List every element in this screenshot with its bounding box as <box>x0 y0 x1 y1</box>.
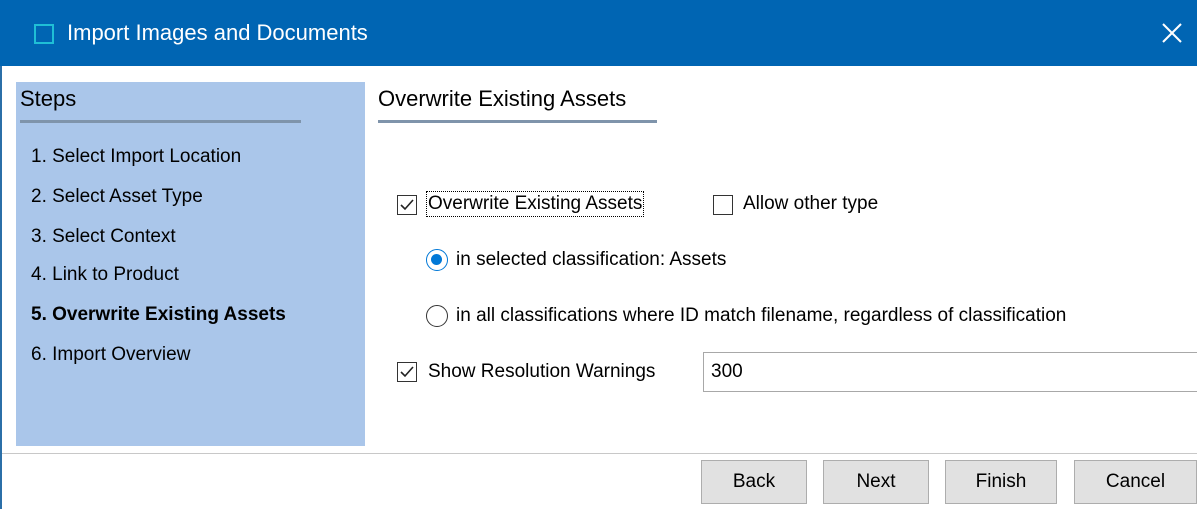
step-select-asset-type: 2. Select Asset Type <box>31 186 203 207</box>
show-resolution-warnings-label[interactable]: Show Resolution Warnings <box>428 361 655 383</box>
overwrite-existing-assets-label[interactable]: Overwrite Existing Assets <box>425 191 645 217</box>
allow-other-type-checkbox[interactable] <box>713 195 733 215</box>
close-button[interactable] <box>1155 16 1189 50</box>
selected-classification-label[interactable]: in selected classification: Assets <box>456 249 726 271</box>
show-resolution-warnings-checkbox[interactable] <box>397 362 417 382</box>
all-classifications-radio[interactable] <box>426 305 448 327</box>
overwrite-existing-assets-checkbox[interactable] <box>397 195 417 215</box>
step-import-overview: 6. Import Overview <box>31 344 191 365</box>
allow-other-type-label[interactable]: Allow other type <box>743 193 878 215</box>
step-select-context: 3. Select Context <box>31 226 176 247</box>
step-select-import-location: 1. Select Import Location <box>31 146 242 167</box>
selected-classification-radio[interactable] <box>426 249 448 271</box>
close-icon <box>1162 23 1182 43</box>
resolution-value-input[interactable] <box>703 352 1197 392</box>
app-icon <box>34 24 54 44</box>
checkmark-icon <box>400 366 414 378</box>
finish-button[interactable]: Finish <box>945 460 1057 504</box>
steps-heading: Steps <box>20 86 77 111</box>
step-link-to-product: 4. Link to Product <box>31 264 179 285</box>
step-overwrite-existing-assets: 5. Overwrite Existing Assets <box>31 304 286 325</box>
page-title: Overwrite Existing Assets <box>378 86 627 111</box>
checkmark-icon <box>400 199 414 211</box>
title-bar: Import Images and Documents <box>0 0 1197 66</box>
footer-divider <box>2 453 1197 454</box>
page-title-underline <box>378 120 657 123</box>
steps-heading-underline <box>20 120 301 123</box>
next-button[interactable]: Next <box>823 460 929 504</box>
all-classifications-label[interactable]: in all classifications where ID match fi… <box>456 305 1066 327</box>
back-button[interactable]: Back <box>701 460 807 504</box>
cancel-button[interactable]: Cancel <box>1074 460 1197 504</box>
window-title: Import Images and Documents <box>67 20 368 45</box>
